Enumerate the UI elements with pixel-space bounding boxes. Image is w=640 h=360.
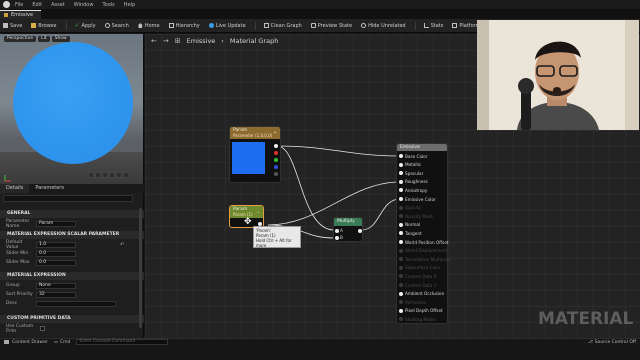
result-header: Emissive: [397, 144, 447, 151]
output-r-pin[interactable]: [274, 151, 278, 155]
multiply-node[interactable]: Multiply A B: [333, 217, 363, 242]
vector-parameter-node[interactable]: Param Parameter (1,0,0,0) ⌄: [229, 126, 281, 183]
result-input-pin[interactable]: [399, 222, 403, 227]
source-control-status[interactable]: Source Control Off: [595, 340, 636, 345]
result-input-label: Specular: [405, 170, 424, 176]
result-input-label: Opacity Mask: [405, 213, 434, 219]
result-input-label: Shading Model: [405, 316, 436, 322]
terminal-icon: ▭: [53, 339, 58, 345]
result-input-pin[interactable]: [399, 231, 403, 236]
console-command-input[interactable]: Enter Console Command: [76, 339, 169, 345]
multiply-input-b-pin[interactable]: [335, 236, 339, 240]
result-input-pin[interactable]: [399, 188, 403, 193]
multiply-input-a-label: A: [340, 228, 343, 233]
collapse-chevron-icon[interactable]: ⌄: [273, 129, 277, 135]
material-result-node[interactable]: Emissive Base Color Metallic Specular Rough…: [396, 143, 451, 324]
result-input-label: Normal: [405, 222, 421, 228]
result-input-pin[interactable]: [399, 214, 403, 219]
result-input-pin[interactable]: [399, 162, 403, 167]
wire-multiply-to-emissive: [361, 198, 401, 231]
content-drawer-button[interactable]: Content Drawer: [12, 340, 48, 345]
tooltip-line-3: Hold Ctrl + Alt for more: [256, 238, 292, 248]
result-title: Emissive: [400, 145, 420, 150]
result-input-pin[interactable]: [399, 240, 403, 244]
multiply-output-pin[interactable]: [358, 229, 362, 233]
result-input-pin[interactable]: [399, 197, 403, 201]
result-input-label: Emissive Color: [405, 196, 436, 202]
result-input-label: Roughness: [405, 179, 428, 185]
wire-color-to-base-color: [276, 145, 401, 157]
result-input-label: Anisotropy: [405, 187, 428, 193]
cmd-dropdown[interactable]: Cmd: [60, 340, 70, 345]
multiply-input-a-pin[interactable]: [335, 229, 339, 233]
material-watermark: MATERIAL: [538, 309, 634, 329]
output-b-pin[interactable]: [274, 165, 278, 169]
result-input-pin[interactable]: [399, 274, 403, 279]
source-control-icon: ⎇: [587, 339, 593, 345]
color-swatch: [232, 142, 265, 174]
result-input-pin[interactable]: [399, 154, 403, 158]
multiply-title: Multiply: [337, 219, 355, 224]
result-input-label: Ambient Occlusion: [405, 291, 445, 297]
output-a-pin[interactable]: [274, 172, 278, 176]
result-input-label: Custom Data 0: [405, 273, 437, 279]
output-rgb-pin[interactable]: [274, 144, 278, 148]
result-input-label: Base Color: [405, 153, 428, 159]
result-input-pin[interactable]: [399, 265, 403, 270]
result-input-label: Custom Data 1: [405, 282, 437, 288]
result-input-pin[interactable]: [399, 291, 403, 296]
move-cursor-icon: ✥: [244, 217, 252, 227]
collapse-chevron-icon[interactable]: ⌄: [256, 209, 260, 215]
result-input-pin[interactable]: [399, 317, 403, 322]
result-input-pin[interactable]: [399, 179, 403, 184]
result-input-pin[interactable]: [399, 257, 403, 262]
result-input-label: Pixel Depth Offset: [405, 308, 443, 314]
result-input-label: Metallic: [405, 162, 422, 168]
result-input-label: Tangent: [405, 230, 422, 236]
result-input-label: Subsurface Color: [405, 265, 441, 271]
status-bar-content: Content Drawer ▭ Cmd Enter Console Comma…: [0, 338, 640, 346]
result-input-pin[interactable]: [399, 300, 403, 305]
result-input-label: Opacity: [405, 205, 422, 211]
result-input-label: Tessellation Multiplier: [405, 256, 451, 262]
result-input-pin[interactable]: [399, 308, 403, 313]
result-input-pin[interactable]: [399, 171, 403, 176]
result-input-label: World Displacement: [405, 248, 448, 254]
result-input-pin[interactable]: [399, 248, 403, 253]
multiply-input-b-label: B: [340, 235, 343, 240]
multiply-header: Multiply: [334, 218, 362, 226]
content-drawer-icon: [4, 340, 9, 344]
vector-parameter-subtitle: Parameter (1,0,0,0): [233, 133, 273, 138]
node-tooltip: 'Param' Param (1) Hold Ctrl + Alt for mo…: [253, 226, 301, 248]
webcam-overlay: [477, 20, 639, 130]
result-input-pin[interactable]: [399, 283, 403, 287]
output-g-pin[interactable]: [274, 158, 278, 162]
result-input-label: World Position Offset: [405, 239, 449, 245]
result-input-label: Refraction: [405, 299, 427, 305]
result-input-pin[interactable]: [399, 205, 403, 210]
